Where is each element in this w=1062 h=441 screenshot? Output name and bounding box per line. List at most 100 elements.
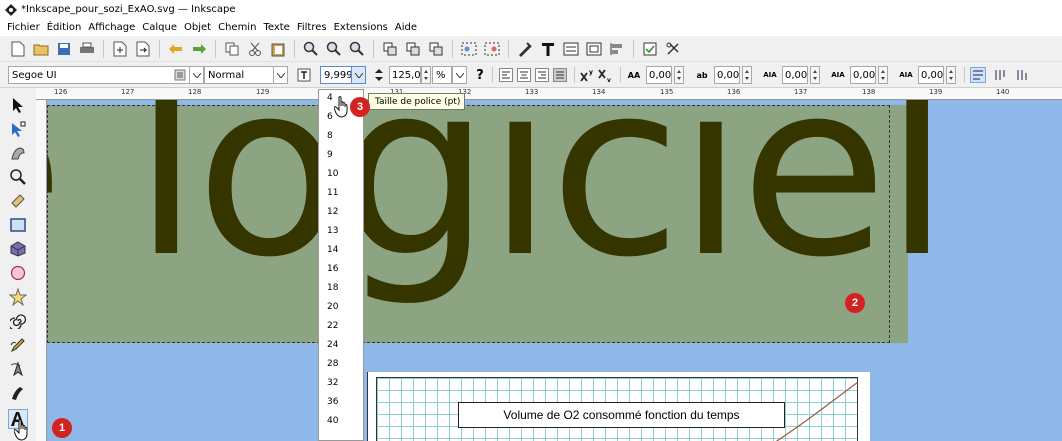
line-spacing-spinner[interactable]: [421, 66, 431, 84]
rotation-spinner[interactable]: [946, 66, 956, 84]
measure-tool-icon[interactable]: [8, 191, 28, 211]
preferences-icon[interactable]: [664, 40, 682, 58]
tweak-tool-icon[interactable]: [8, 143, 28, 163]
vertical-ruler[interactable]: [36, 88, 47, 441]
letter-spacing-spinner[interactable]: [674, 66, 684, 84]
xml-editor-icon[interactable]: [562, 40, 580, 58]
new-document-icon[interactable]: [9, 40, 27, 58]
font-size-option[interactable]: 4: [327, 93, 333, 103]
font-style-select[interactable]: Normal: [204, 66, 274, 84]
group-icon[interactable]: [460, 40, 478, 58]
font-size-option[interactable]: 16: [327, 264, 338, 274]
cut-icon[interactable]: [246, 40, 264, 58]
import-icon[interactable]: [111, 40, 129, 58]
align-left-icon[interactable]: [498, 67, 514, 83]
font-size-option[interactable]: 40: [327, 416, 338, 426]
font-family-input[interactable]: Segoe UI: [8, 66, 196, 84]
font-size-dropdown-icon[interactable]: [351, 66, 366, 84]
font-size-option[interactable]: 12: [327, 207, 338, 217]
font-size-option[interactable]: 32: [327, 378, 338, 388]
clone-icon[interactable]: [404, 40, 422, 58]
star-tool-icon[interactable]: [8, 287, 28, 307]
3d-box-tool-icon[interactable]: [8, 239, 28, 259]
font-size-option[interactable]: 9: [327, 150, 333, 160]
font-size-input[interactable]: 9,999: [320, 66, 353, 84]
menu-chemin[interactable]: Chemin: [215, 22, 260, 33]
font-list-icon[interactable]: [172, 67, 188, 83]
subscript-icon[interactable]: y: [598, 67, 614, 83]
rotation-input[interactable]: 0,00: [918, 66, 944, 84]
align-center-icon[interactable]: [516, 67, 532, 83]
vertical-shift-spinner[interactable]: [878, 66, 888, 84]
font-size-option[interactable]: 13: [327, 226, 338, 236]
calligraphy-tool-icon[interactable]: [8, 383, 28, 403]
pen-tool-icon[interactable]: [8, 359, 28, 379]
font-size-option[interactable]: 18: [327, 283, 338, 293]
menu-filtres[interactable]: Filtres: [294, 22, 331, 33]
zoom-selection-icon[interactable]: [302, 40, 320, 58]
text-font-icon[interactable]: [539, 40, 557, 58]
font-size-option[interactable]: 24: [327, 340, 338, 350]
superscript-icon[interactable]: y: [580, 67, 596, 83]
line-spacing-unit-dropdown-icon[interactable]: [452, 66, 467, 84]
font-family-dropdown-icon[interactable]: [189, 66, 204, 84]
copy-icon[interactable]: [223, 40, 241, 58]
menu-calque[interactable]: Calque: [139, 22, 181, 33]
pencil-tool-icon[interactable]: [8, 335, 28, 355]
word-spacing-spinner[interactable]: [742, 66, 752, 84]
save-icon[interactable]: [55, 40, 73, 58]
redo-icon[interactable]: [190, 40, 208, 58]
open-folder-icon[interactable]: [32, 40, 50, 58]
fill-stroke-icon[interactable]: [516, 40, 534, 58]
export-icon[interactable]: [134, 40, 152, 58]
help-icon[interactable]: ?: [472, 67, 488, 83]
horizontal-text-icon[interactable]: [970, 67, 986, 83]
selector-tool-icon[interactable]: [8, 95, 28, 115]
align-right-icon[interactable]: [534, 67, 550, 83]
spiral-tool-icon[interactable]: [8, 311, 28, 331]
ellipse-tool-icon[interactable]: [8, 263, 28, 283]
drawing-canvas[interactable]: e logiciel Volume de O2 consommé fonctio…: [47, 100, 1062, 441]
menu-objet[interactable]: Objet: [181, 22, 215, 33]
font-size-option[interactable]: 14: [327, 245, 338, 255]
font-size-option[interactable]: 11: [327, 188, 338, 198]
rectangle-tool-icon[interactable]: [8, 215, 28, 235]
vertical-text-alt-icon[interactable]: [1014, 67, 1030, 83]
kerning-spinner[interactable]: [810, 66, 820, 84]
node-tool-icon[interactable]: [8, 119, 28, 139]
document-properties-icon[interactable]: [641, 40, 659, 58]
menu-edition[interactable]: Édition: [44, 22, 86, 33]
print-icon[interactable]: [78, 40, 96, 58]
horizontal-ruler[interactable]: 126 127 128 129 130 131 132 133 134 135 …: [36, 88, 1062, 100]
font-size-option[interactable]: 6: [327, 112, 333, 122]
font-size-option[interactable]: 10: [327, 169, 338, 179]
line-spacing-input[interactable]: 125,00: [389, 66, 427, 84]
letter-spacing-input[interactable]: 0,00: [646, 66, 672, 84]
objects-icon[interactable]: [585, 40, 603, 58]
align-icon[interactable]: [608, 40, 626, 58]
menu-extensions[interactable]: Extensions: [331, 22, 392, 33]
font-size-unit-icon[interactable]: [296, 67, 312, 83]
menu-fichier[interactable]: Fichier: [4, 22, 44, 33]
kerning-input[interactable]: 0,00: [782, 66, 808, 84]
graph-image[interactable]: Volume de O2 consommé fonction du temps: [367, 372, 870, 441]
font-size-option[interactable]: 22: [327, 321, 338, 331]
menu-texte[interactable]: Texte: [260, 22, 293, 33]
justify-icon[interactable]: [552, 67, 568, 83]
menu-affichage[interactable]: Affichage: [85, 22, 139, 33]
font-size-option[interactable]: 20: [327, 302, 338, 312]
paste-icon[interactable]: [269, 40, 287, 58]
zoom-drawing-icon[interactable]: [325, 40, 343, 58]
vertical-shift-input[interactable]: 0,00: [850, 66, 876, 84]
word-spacing-input[interactable]: 0,00: [714, 66, 740, 84]
zoom-page-icon[interactable]: [348, 40, 366, 58]
zoom-tool-icon[interactable]: [8, 167, 28, 187]
font-size-option[interactable]: 28: [327, 359, 338, 369]
font-style-dropdown-icon[interactable]: [273, 66, 288, 84]
font-size-option[interactable]: 8: [327, 131, 333, 141]
ungroup-icon[interactable]: [483, 40, 501, 58]
unlink-clone-icon[interactable]: [427, 40, 445, 58]
menu-aide[interactable]: Aide: [392, 22, 421, 33]
vertical-text-icon[interactable]: [992, 67, 1008, 83]
line-spacing-unit-select[interactable]: %: [432, 66, 452, 84]
